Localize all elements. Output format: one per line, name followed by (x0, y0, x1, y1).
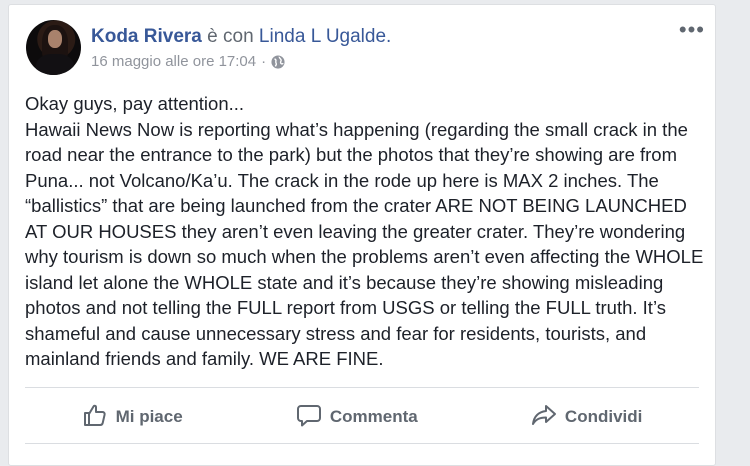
with-text: è con (201, 26, 259, 47)
post-header: Koda Rivera è con Linda L Ugalde. (91, 26, 391, 48)
post-body: Okay guys, pay attention... Hawaii News … (25, 91, 709, 372)
share-button[interactable]: Condividi (531, 402, 642, 433)
comment-icon (296, 402, 322, 433)
author-name[interactable]: Koda Rivera (91, 26, 202, 47)
meta-separator: · (261, 53, 267, 70)
comment-label: Commenta (329, 407, 418, 426)
post-timestamp[interactable]: 16 maggio alle ore 17:04 (91, 53, 256, 70)
thumbs-up-icon (82, 402, 108, 433)
share-icon (531, 402, 557, 433)
divider (25, 443, 699, 444)
avatar[interactable] (26, 20, 81, 75)
action-bar: Mi piace Commenta Condividi (25, 395, 699, 439)
divider (25, 387, 699, 388)
post-paragraph: Hawaii News Now is reporting what’s happ… (25, 118, 704, 370)
more-options-icon[interactable]: ••• (679, 19, 705, 41)
globe-icon[interactable] (271, 54, 285, 69)
tagged-user[interactable]: Linda L Ugalde. (259, 26, 391, 47)
like-label: Mi piace (115, 407, 183, 426)
post-paragraph: Okay guys, pay attention... (25, 93, 245, 114)
post-card: Koda Rivera è con Linda L Ugalde. 16 mag… (8, 4, 716, 466)
like-button[interactable]: Mi piace (82, 402, 183, 433)
post-meta: 16 maggio alle ore 17:04 · (91, 53, 285, 70)
share-label: Condividi (564, 407, 643, 426)
comment-button[interactable]: Commenta (296, 402, 418, 433)
